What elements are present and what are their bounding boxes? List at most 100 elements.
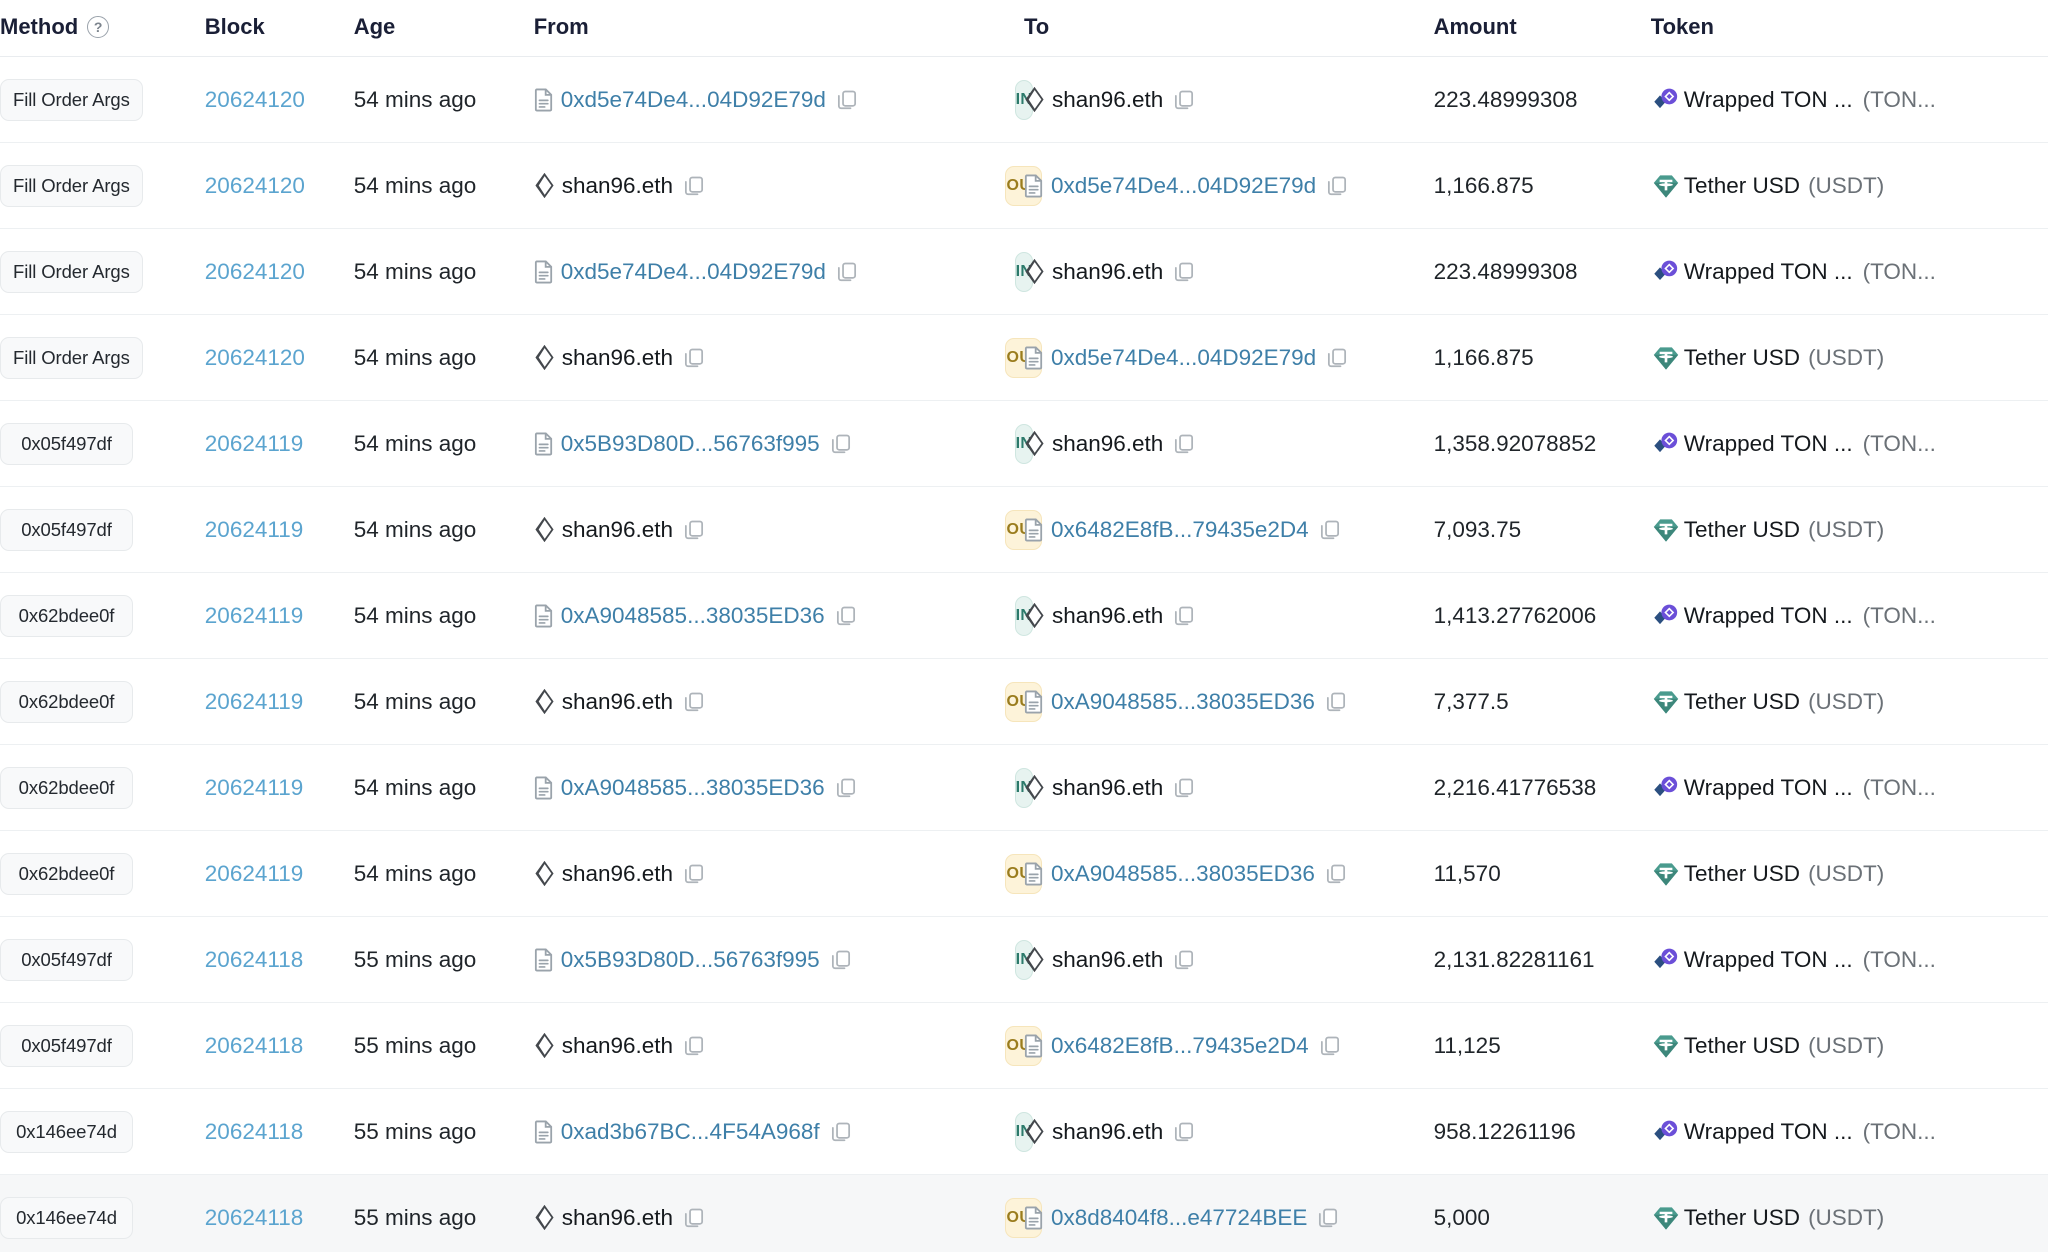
block-number-link[interactable]: 20624120 [205, 259, 305, 284]
token-cell[interactable]: Tether USD (USDT) [1651, 343, 2048, 373]
block-number-link[interactable]: 20624118 [205, 1205, 303, 1230]
token-cell[interactable]: Tether USD (USDT) [1651, 1203, 2048, 1233]
block-number-link[interactable]: 20624120 [205, 345, 305, 370]
block-number-link[interactable]: 20624119 [205, 431, 303, 456]
copy-icon[interactable] [1173, 1121, 1195, 1143]
block-number-link[interactable]: 20624118 [205, 947, 303, 972]
help-icon[interactable]: ? [87, 16, 110, 38]
block-number-link[interactable]: 20624119 [205, 517, 303, 542]
copy-icon[interactable] [683, 175, 705, 197]
block-number-link[interactable]: 20624120 [205, 173, 305, 198]
token-cell[interactable]: Wrapped TON ... (TON... [1651, 85, 2048, 115]
copy-icon[interactable] [1173, 261, 1195, 283]
table-row[interactable]: Fill Order Args 20624120 54 mins ago sha… [0, 143, 2048, 229]
table-row[interactable]: 0x62bdee0f 20624119 54 mins ago 0xA90485… [0, 745, 2048, 831]
copy-icon[interactable] [683, 863, 705, 885]
copy-icon[interactable] [1317, 1207, 1339, 1229]
block-number-link[interactable]: 20624119 [205, 689, 303, 714]
table-row[interactable]: Fill Order Args 20624120 54 mins ago 0xd… [0, 57, 2048, 143]
method-badge[interactable]: 0x62bdee0f [0, 852, 133, 895]
table-row[interactable]: 0x146ee74d 20624118 55 mins ago 0xad3b67… [0, 1089, 2048, 1175]
method-badge[interactable]: Fill Order Args [0, 336, 143, 379]
copy-icon[interactable] [830, 949, 852, 971]
copy-icon[interactable] [683, 519, 705, 541]
method-badge[interactable]: 0x62bdee0f [0, 594, 133, 637]
table-row[interactable]: 0x05f497df 20624118 55 mins ago shan96.e… [0, 1003, 2048, 1089]
from-address-link[interactable]: 0xd5e74De4...04D92E79d [561, 259, 826, 285]
block-number-link[interactable]: 20624120 [205, 87, 305, 112]
table-row[interactable]: 0x05f497df 20624118 55 mins ago 0x5B93D8… [0, 917, 2048, 1003]
to-address-link[interactable]: 0x6482E8fB...79435e2D4 [1051, 517, 1309, 543]
to-address-link[interactable]: 0x6482E8fB...79435e2D4 [1051, 1033, 1309, 1059]
copy-icon[interactable] [683, 1207, 705, 1229]
method-badge[interactable]: 0x05f497df [0, 508, 133, 551]
token-cell[interactable]: Wrapped TON ... (TON... [1651, 257, 2048, 287]
from-address-link[interactable]: 0x5B93D80D...56763f995 [561, 947, 820, 973]
copy-icon[interactable] [1173, 89, 1195, 111]
copy-icon[interactable] [830, 1121, 852, 1143]
copy-icon[interactable] [1325, 863, 1347, 885]
token-cell[interactable]: Wrapped TON ... (TON... [1651, 945, 2048, 975]
copy-icon[interactable] [835, 605, 857, 627]
method-badge[interactable]: 0x146ee74d [0, 1196, 133, 1239]
copy-icon[interactable] [1173, 949, 1195, 971]
block-number-link[interactable]: 20624119 [205, 861, 303, 886]
token-cell[interactable]: Tether USD (USDT) [1651, 687, 2048, 717]
from-address-link[interactable]: 0xad3b67BC...4F54A968f [561, 1119, 820, 1145]
method-badge[interactable]: 0x62bdee0f [0, 766, 133, 809]
block-number-link[interactable]: 20624118 [205, 1033, 303, 1058]
from-address-link[interactable]: 0xA9048585...38035ED36 [561, 775, 825, 801]
method-badge[interactable]: Fill Order Args [0, 164, 143, 207]
block-number-link[interactable]: 20624118 [205, 1119, 303, 1144]
copy-icon[interactable] [1173, 433, 1195, 455]
to-address-link[interactable]: 0x8d8404f8...e47724BEE [1051, 1205, 1307, 1231]
copy-icon[interactable] [1319, 519, 1341, 541]
token-cell[interactable]: Wrapped TON ... (TON... [1651, 773, 2048, 803]
method-badge[interactable]: Fill Order Args [0, 78, 143, 121]
block-number-link[interactable]: 20624119 [205, 603, 303, 628]
copy-icon[interactable] [836, 261, 858, 283]
copy-icon[interactable] [835, 777, 857, 799]
copy-icon[interactable] [1326, 175, 1348, 197]
table-row[interactable]: Fill Order Args 20624120 54 mins ago sha… [0, 315, 2048, 401]
token-cell[interactable]: Wrapped TON ... (TON... [1651, 601, 2048, 631]
copy-icon[interactable] [836, 89, 858, 111]
copy-icon[interactable] [683, 347, 705, 369]
table-row[interactable]: 0x05f497df 20624119 54 mins ago shan96.e… [0, 487, 2048, 573]
token-cell[interactable]: Tether USD (USDT) [1651, 515, 2048, 545]
from-address-link[interactable]: 0xd5e74De4...04D92E79d [561, 87, 826, 113]
token-cell[interactable]: Tether USD (USDT) [1651, 1031, 2048, 1061]
copy-icon[interactable] [1319, 1035, 1341, 1057]
copy-icon[interactable] [1173, 777, 1195, 799]
column-header-amount[interactable]: Amount [1434, 0, 1651, 57]
table-row[interactable]: 0x146ee74d 20624118 55 mins ago shan96.e… [0, 1174, 2048, 1252]
table-row[interactable]: 0x62bdee0f 20624119 54 mins ago shan96.e… [0, 659, 2048, 745]
to-address-link[interactable]: 0xd5e74De4...04D92E79d [1051, 345, 1316, 371]
copy-icon[interactable] [830, 433, 852, 455]
from-address-link[interactable]: 0x5B93D80D...56763f995 [561, 431, 820, 457]
copy-icon[interactable] [683, 1035, 705, 1057]
to-address-link[interactable]: 0xA9048585...38035ED36 [1051, 861, 1315, 887]
copy-icon[interactable] [1325, 691, 1347, 713]
token-cell[interactable]: Wrapped TON ... (TON... [1651, 1117, 2048, 1147]
block-number-link[interactable]: 20624119 [205, 775, 303, 800]
method-badge[interactable]: 0x05f497df [0, 938, 133, 981]
method-badge[interactable]: 0x05f497df [0, 1024, 133, 1067]
copy-icon[interactable] [1326, 347, 1348, 369]
copy-icon[interactable] [1173, 605, 1195, 627]
to-address-link[interactable]: 0xd5e74De4...04D92E79d [1051, 173, 1316, 199]
table-row[interactable]: 0x62bdee0f 20624119 54 mins ago 0xA90485… [0, 573, 2048, 659]
token-cell[interactable]: Wrapped TON ... (TON... [1651, 429, 2048, 459]
method-badge[interactable]: 0x05f497df [0, 422, 133, 465]
column-header-age[interactable]: Age [354, 0, 534, 57]
token-cell[interactable]: Tether USD (USDT) [1651, 859, 2048, 889]
method-badge[interactable]: 0x62bdee0f [0, 680, 133, 723]
method-badge[interactable]: 0x146ee74d [0, 1110, 133, 1153]
method-badge[interactable]: Fill Order Args [0, 250, 143, 293]
table-row[interactable]: Fill Order Args 20624120 54 mins ago 0xd… [0, 229, 2048, 315]
to-address-link[interactable]: 0xA9048585...38035ED36 [1051, 689, 1315, 715]
table-row[interactable]: 0x62bdee0f 20624119 54 mins ago shan96.e… [0, 831, 2048, 917]
copy-icon[interactable] [683, 691, 705, 713]
token-cell[interactable]: Tether USD (USDT) [1651, 171, 2048, 201]
from-address-link[interactable]: 0xA9048585...38035ED36 [561, 603, 825, 629]
